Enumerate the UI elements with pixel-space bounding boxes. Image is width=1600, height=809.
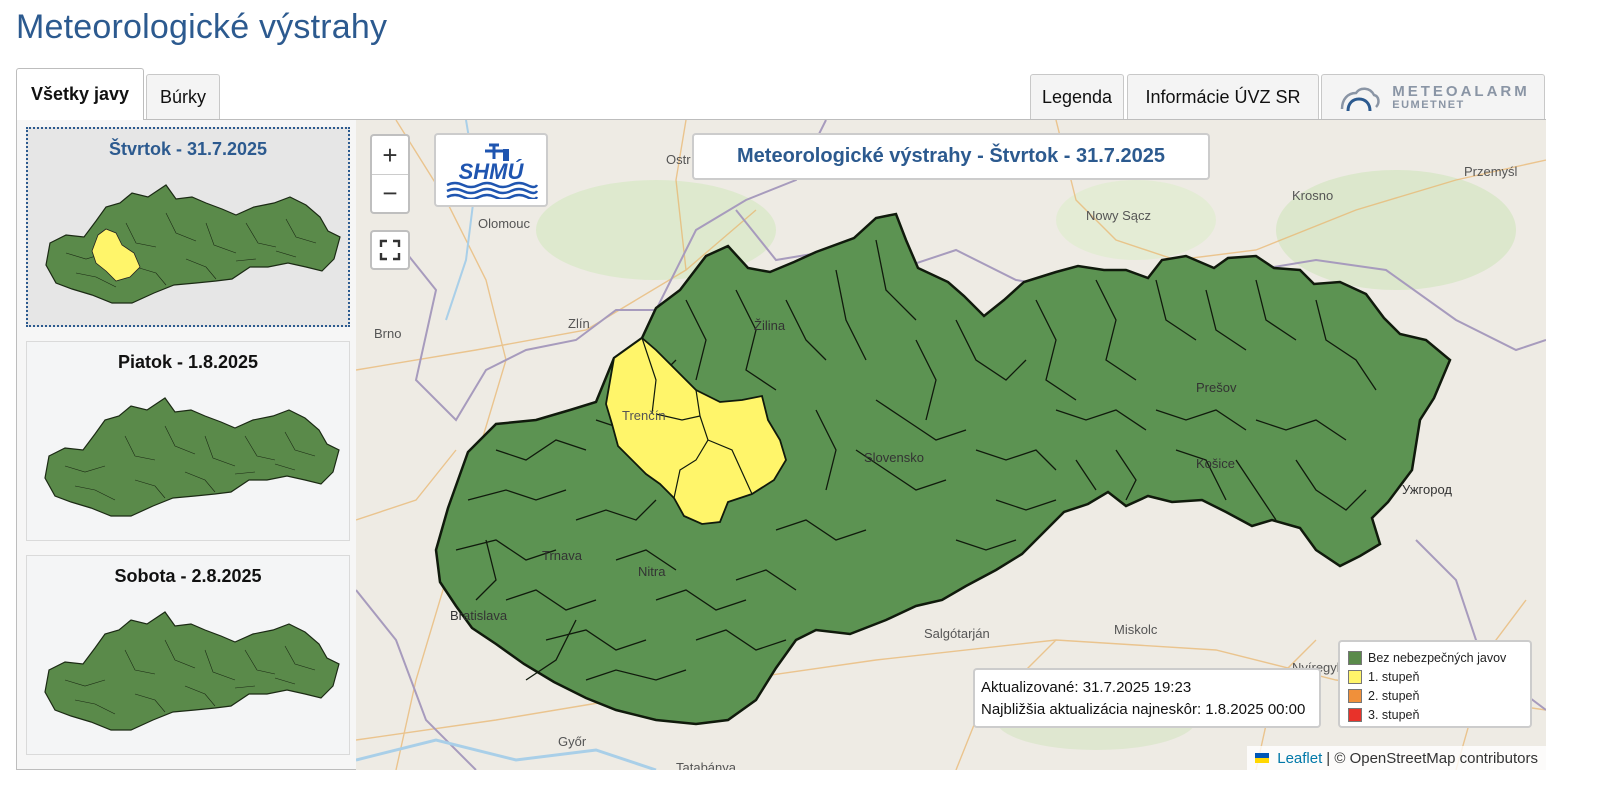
city-label-zlin: Zlín (568, 316, 590, 331)
mini-map-saturday (44, 611, 340, 731)
city-label-kosice: Košice (1196, 456, 1235, 471)
tab-storms[interactable]: Búrky (146, 74, 220, 120)
content-frame: Štvrtok - 31.7.2025 Piatok - 1.8.2025 So… (16, 119, 1546, 770)
legend-item: Bez nebezpečných javov (1348, 648, 1522, 667)
city-label-trencin: Trenčín (622, 408, 666, 423)
city-label-salgotarjan: Salgótarján (924, 626, 990, 641)
legend-label: 1. stupeň (1368, 669, 1420, 684)
legend-label: 3. stupeň (1368, 707, 1420, 722)
legend-swatch-green (1348, 650, 1362, 665)
legend-label: 2. stupeň (1368, 688, 1420, 703)
shmu-logo-icon: SHMÚ (446, 143, 539, 199)
shmu-logo: SHMÚ (434, 133, 548, 207)
legend-label: Bez nebezpečných javov (1368, 650, 1507, 665)
updated-time: Aktualizované: 31.7.2025 19:23 (981, 679, 1192, 696)
city-label-slovensko: Slovensko (864, 450, 924, 465)
legend-item: 3. stupeň (1348, 705, 1522, 724)
tab-all-phenomena[interactable]: Všetky javy (16, 68, 144, 120)
city-label-tatabanya: Tatabánya (676, 760, 737, 770)
tab-uvz-info[interactable]: Informácie ÚVZ SR (1127, 74, 1319, 120)
map-legend: Bez nebezpečných javov 1. stupeň 2. stup… (1338, 640, 1532, 728)
meteoalarm-logo-icon (1341, 87, 1380, 111)
update-info-box: Aktualizované: 31.7.2025 19:23 Najbližši… (973, 668, 1321, 728)
zoom-control: + − (370, 134, 410, 214)
fullscreen-button[interactable] (370, 230, 410, 270)
day-card-title: Sobota - 2.8.2025 (114, 566, 262, 586)
tab-meteoalarm[interactable]: METEOALARM EUMETNET (1321, 74, 1545, 120)
page-title: Meteorologické výstrahy (16, 8, 388, 46)
city-label-miskolc: Miskolc (1114, 622, 1158, 637)
city-label-krosno: Krosno (1292, 188, 1333, 203)
legend-swatch-red (1348, 707, 1362, 722)
mini-map-friday (44, 397, 340, 517)
day-card-title: Piatok - 1.8.2025 (117, 352, 259, 372)
city-label-gyor: Győr (558, 734, 587, 749)
day-card-title: Štvrtok - 31.7.2025 (108, 139, 268, 159)
city-label-presov: Prešov (1196, 380, 1237, 395)
day-card-thursday[interactable]: Štvrtok - 31.7.2025 (26, 127, 350, 327)
map-title: Meteorologické výstrahy - Štvrtok - 31.7… (692, 133, 1210, 180)
city-label-przemysl: Przemyśl (1464, 164, 1518, 179)
ukraine-flag-icon (1255, 753, 1270, 763)
city-label-nowy-sacz: Nowy Sącz (1086, 208, 1151, 223)
fullscreen-icon (379, 239, 401, 261)
zoom-out-button[interactable]: − (372, 174, 408, 212)
osm-attribution: | © OpenStreetMap contributors (1326, 749, 1538, 767)
city-label-zilina: Žilina (754, 318, 786, 333)
city-label-uzhorod: Ужгород (1402, 482, 1452, 497)
legend-swatch-yellow (1348, 669, 1362, 684)
day-card-friday[interactable]: Piatok - 1.8.2025 (26, 341, 350, 541)
legend-item: 1. stupeň (1348, 667, 1522, 686)
tab-legend[interactable]: Legenda (1030, 74, 1124, 120)
city-label-nitra: Nitra (638, 564, 666, 579)
legend-swatch-orange (1348, 688, 1362, 703)
map-attribution: Leaflet | © OpenStreetMap contributors (1247, 746, 1546, 770)
city-label-brno: Brno (374, 326, 401, 341)
mini-map-thursday (45, 184, 341, 304)
meteoalarm-subtitle: EUMETNET (1392, 98, 1465, 111)
city-label-trnava: Trnava (542, 548, 583, 563)
zoom-in-button[interactable]: + (372, 136, 408, 174)
meteoalarm-title: METEOALARM (1392, 82, 1530, 100)
city-label-olomouc: Olomouc (478, 216, 531, 231)
next-update-time: Najbližšia aktualizácia najneskôr: 1.8.2… (981, 701, 1306, 718)
warning-map[interactable]: Ostr Olomouc Nowy Sącz Krosno Przemyśl B… (356, 120, 1546, 770)
leaflet-link[interactable]: Leaflet (1277, 750, 1322, 767)
city-label-ostrava: Ostr (666, 152, 691, 167)
svg-text:SHMÚ: SHMÚ (459, 159, 525, 184)
city-label-bratislava: Bratislava (450, 608, 508, 623)
legend-item: 2. stupeň (1348, 686, 1522, 705)
day-card-saturday[interactable]: Sobota - 2.8.2025 (26, 555, 350, 755)
